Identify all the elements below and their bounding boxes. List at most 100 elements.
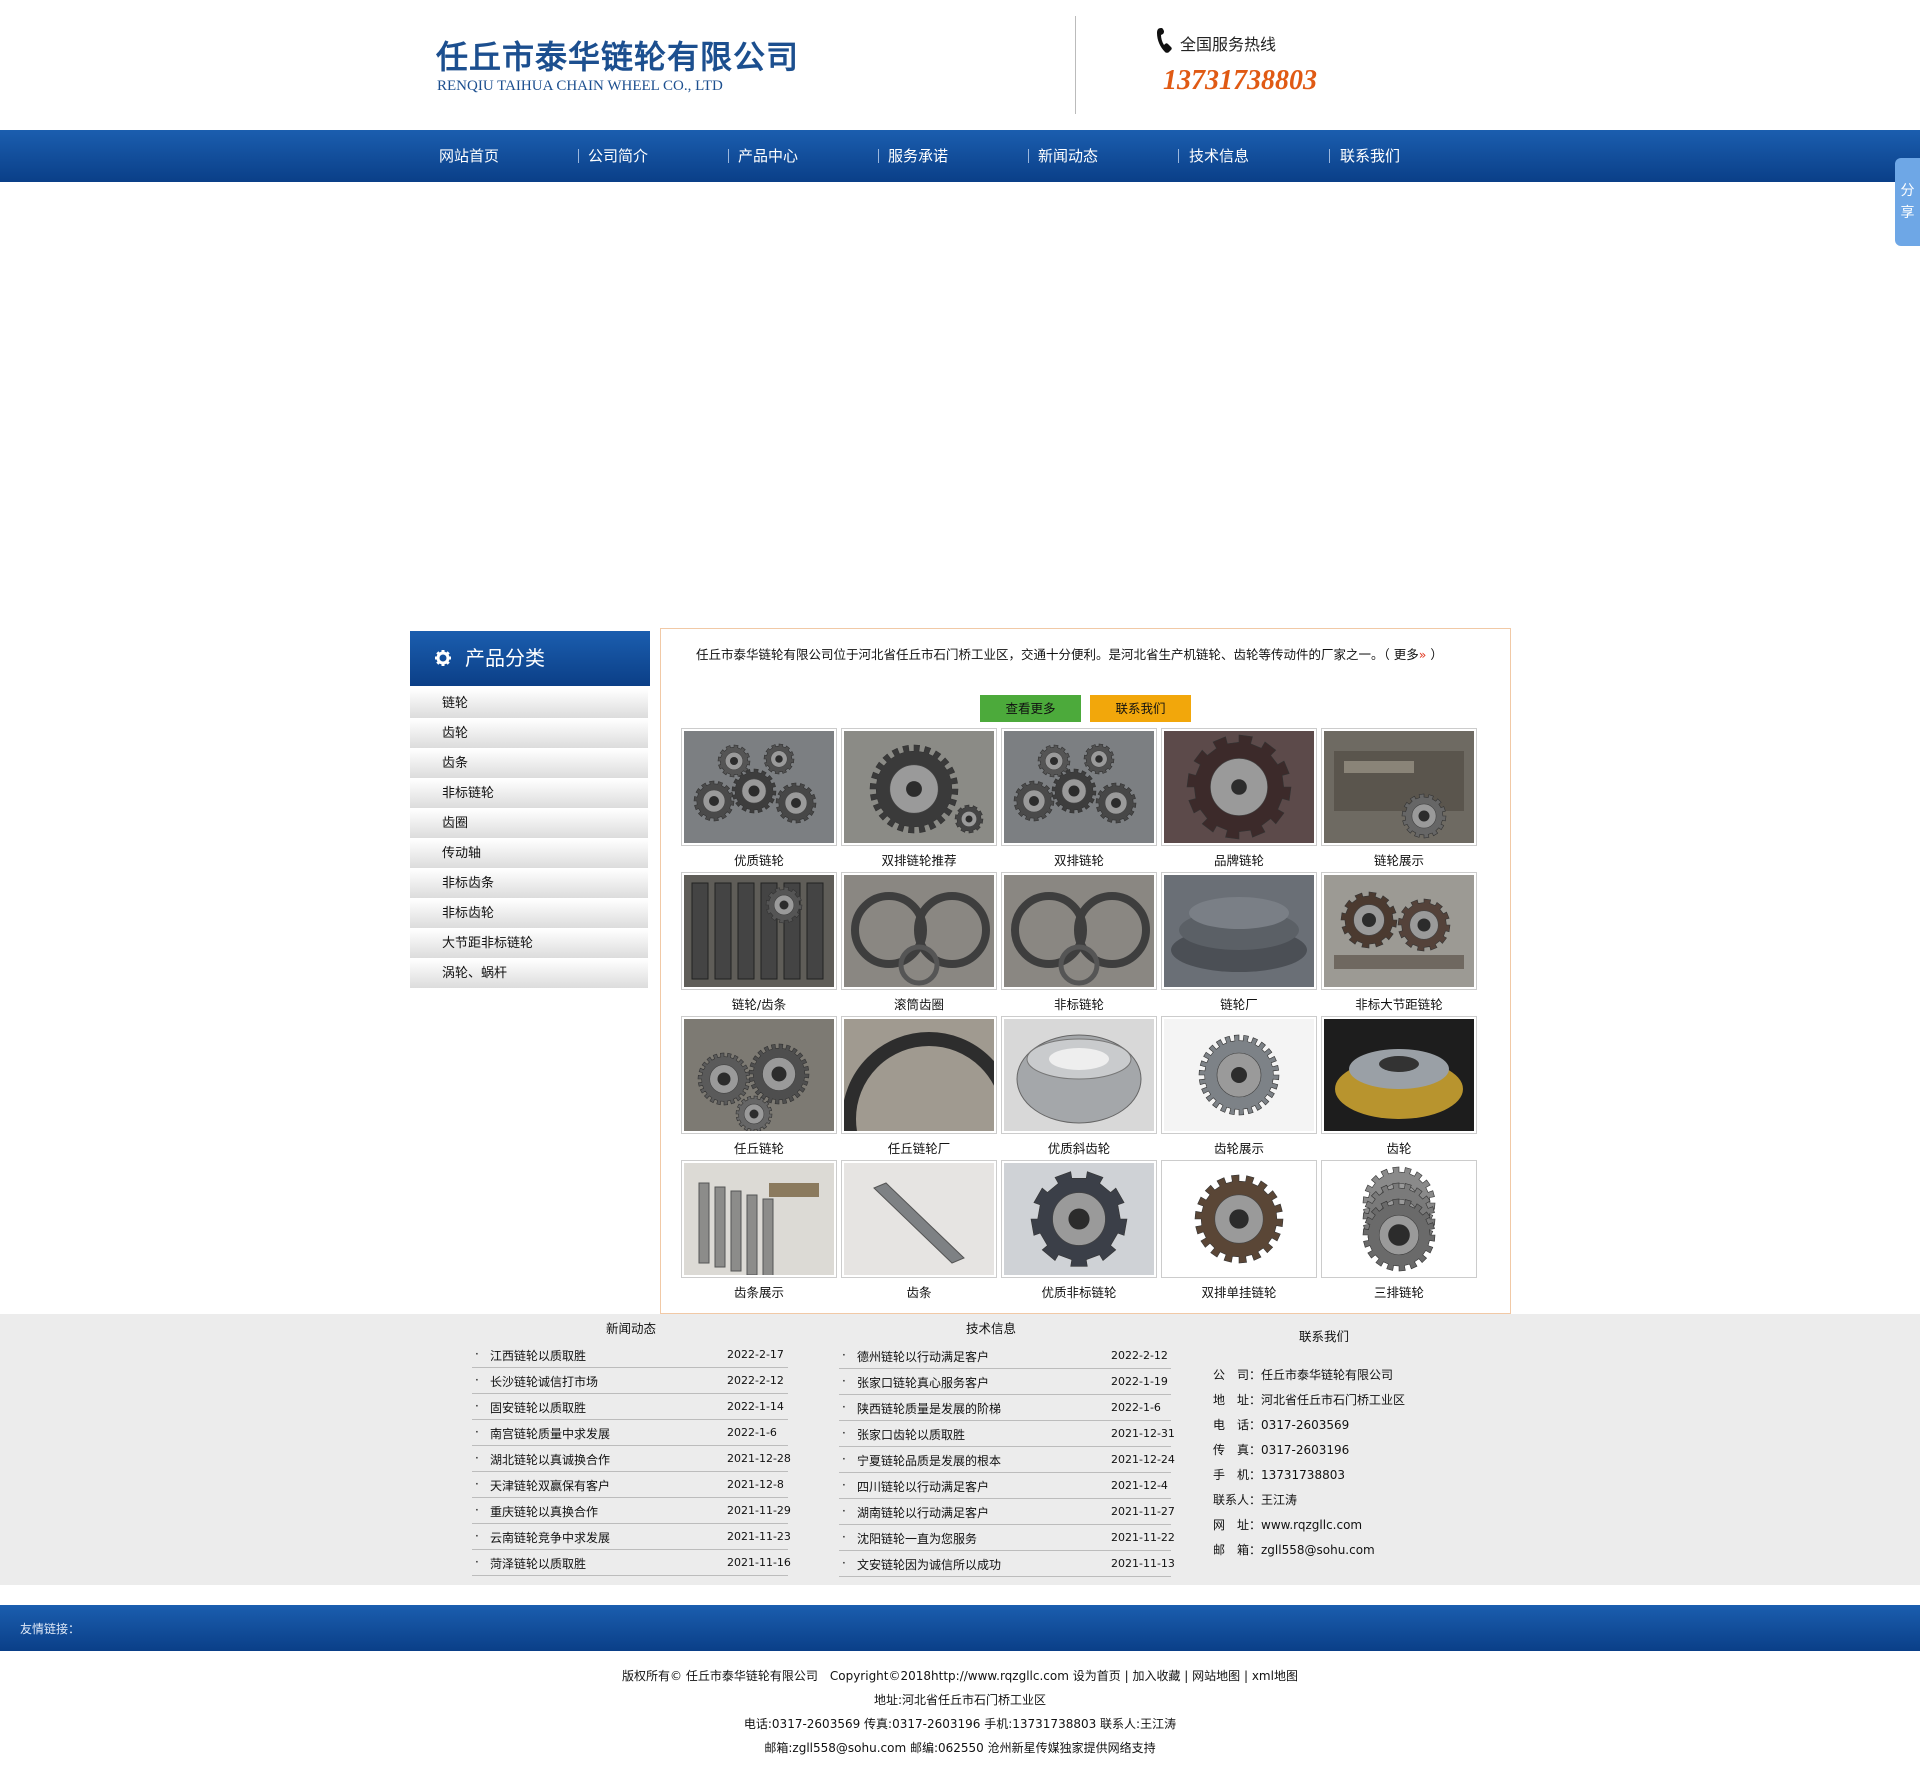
view-more-button[interactable]: 查看更多 <box>980 695 1081 722</box>
product-image[interactable] <box>1001 1160 1157 1278</box>
news-item[interactable]: · 江西链轮以质取胜 2022-2-17 <box>472 1342 788 1368</box>
product-card[interactable]: 优质斜齿轮 <box>1001 1016 1157 1156</box>
product-image[interactable] <box>1001 872 1157 990</box>
sidebar-item[interactable]: 大节距非标链轮 <box>410 929 648 959</box>
product-caption[interactable]: 任丘链轮 <box>681 1138 837 1157</box>
product-card[interactable]: 链轮厂 <box>1161 872 1317 1012</box>
news-item-title[interactable]: 重庆链轮以真换合作 <box>490 1503 598 1520</box>
news-item-title[interactable]: 固安链轮以质取胜 <box>490 1399 586 1416</box>
sidebar-item[interactable]: 非标齿轮 <box>410 899 648 929</box>
product-image[interactable] <box>1001 728 1157 846</box>
product-card[interactable]: 任丘链轮 <box>681 1016 837 1156</box>
product-caption[interactable]: 链轮/齿条 <box>681 994 837 1013</box>
tech-item-title[interactable]: 张家口齿轮以质取胜 <box>857 1426 965 1443</box>
product-image[interactable] <box>1161 872 1317 990</box>
product-image[interactable] <box>1001 1016 1157 1134</box>
product-caption[interactable]: 优质非标链轮 <box>1001 1282 1157 1301</box>
product-caption[interactable]: 非标链轮 <box>1001 994 1157 1013</box>
product-image[interactable] <box>1161 1016 1317 1134</box>
news-item-title[interactable]: 云南链轮竞争中求发展 <box>490 1529 610 1546</box>
product-image[interactable] <box>1161 1160 1317 1278</box>
nav-item-news[interactable]: 新闻动态 <box>1038 130 1098 182</box>
news-item-title[interactable]: 江西链轮以质取胜 <box>490 1347 586 1364</box>
share-button[interactable]: 分 享 <box>1895 158 1920 246</box>
product-image[interactable] <box>681 872 837 990</box>
news-item-title[interactable]: 菏泽链轮以质取胜 <box>490 1555 586 1572</box>
sidebar-item[interactable]: 齿轮 <box>410 719 648 749</box>
nav-item-home[interactable]: 网站首页 <box>439 130 499 182</box>
product-caption[interactable]: 双排单挂链轮 <box>1161 1282 1317 1301</box>
product-image[interactable] <box>841 872 997 990</box>
tech-item-title[interactable]: 陕西链轮质量是发展的阶梯 <box>857 1400 1001 1417</box>
product-caption[interactable]: 齿轮 <box>1321 1138 1477 1157</box>
product-caption[interactable]: 三排链轮 <box>1321 1282 1477 1301</box>
product-card[interactable]: 优质链轮 <box>681 728 837 868</box>
sidebar-item[interactable]: 传动轴 <box>410 839 648 869</box>
add-favorite-link[interactable]: 加入收藏 <box>1132 1669 1180 1683</box>
product-card[interactable]: 齿轮展示 <box>1161 1016 1317 1156</box>
product-card[interactable]: 滚筒齿圈 <box>841 872 997 1012</box>
tech-item[interactable]: · 四川链轮以行动满足客户 2021-12-4 <box>839 1473 1171 1499</box>
xml-map-link[interactable]: xml地图 <box>1252 1669 1298 1683</box>
product-caption[interactable]: 双排链轮 <box>1001 850 1157 869</box>
news-item[interactable]: · 云南链轮竞争中求发展 2021-11-23 <box>472 1524 791 1550</box>
contact-us-button[interactable]: 联系我们 <box>1090 695 1191 722</box>
product-caption[interactable]: 优质链轮 <box>681 850 837 869</box>
product-caption[interactable]: 链轮厂 <box>1161 994 1317 1013</box>
tech-item-title[interactable]: 张家口链轮真心服务客户 <box>857 1374 989 1391</box>
product-card[interactable]: 链轮展示 <box>1321 728 1477 868</box>
news-item[interactable]: · 天津链轮双赢保有客户 2021-12-8 <box>472 1472 788 1498</box>
product-card[interactable]: 链轮/齿条 <box>681 872 837 1012</box>
product-caption[interactable]: 齿条 <box>841 1282 997 1301</box>
news-item-title[interactable]: 天津链轮双赢保有客户 <box>490 1477 610 1494</box>
tech-item-title[interactable]: 湖南链轮以行动满足客户 <box>857 1504 989 1521</box>
nav-item-service[interactable]: 服务承诺 <box>888 130 948 182</box>
sidebar-item[interactable]: 链轮 <box>410 689 648 719</box>
tech-item-title[interactable]: 文安链轮因为诚信所以成功 <box>857 1556 1001 1573</box>
product-card[interactable]: 三排链轮 <box>1321 1160 1477 1300</box>
sidebar-item[interactable]: 齿圈 <box>410 809 648 839</box>
product-image[interactable] <box>1161 728 1317 846</box>
product-caption[interactable]: 齿条展示 <box>681 1282 837 1301</box>
tech-item[interactable]: · 湖南链轮以行动满足客户 2021-11-27 <box>839 1499 1175 1525</box>
tech-item-title[interactable]: 德州链轮以行动满足客户 <box>857 1348 989 1365</box>
company-logo-cn[interactable]: 任丘市泰华链轮有限公司 <box>436 32 799 78</box>
tech-item-title[interactable]: 宁夏链轮品质是发展的根本 <box>857 1452 1001 1469</box>
product-card[interactable]: 双排单挂链轮 <box>1161 1160 1317 1300</box>
product-image[interactable] <box>841 1160 997 1278</box>
product-caption[interactable]: 品牌链轮 <box>1161 850 1317 869</box>
sidebar-item[interactable]: 齿条 <box>410 749 648 779</box>
news-item-title[interactable]: 湖北链轮以真诚换合作 <box>490 1451 610 1468</box>
product-caption[interactable]: 优质斜齿轮 <box>1001 1138 1157 1157</box>
news-item[interactable]: · 湖北链轮以真诚换合作 2021-12-28 <box>472 1446 791 1472</box>
product-card[interactable]: 齿条 <box>841 1160 997 1300</box>
product-card[interactable]: 双排链轮推荐 <box>841 728 997 868</box>
news-item[interactable]: · 南宫链轮质量中求发展 2022-1-6 <box>472 1420 788 1446</box>
tech-item-title[interactable]: 沈阳链轮一直为您服务 <box>857 1530 977 1547</box>
product-caption[interactable]: 滚筒齿圈 <box>841 994 997 1013</box>
product-image[interactable] <box>1321 1160 1477 1278</box>
sidebar-item[interactable]: 非标齿条 <box>410 869 648 899</box>
tech-item[interactable]: · 文安链轮因为诚信所以成功 2021-11-13 <box>839 1551 1175 1577</box>
tech-item[interactable]: · 张家口齿轮以质取胜 2021-12-31 <box>839 1421 1175 1447</box>
tech-item[interactable]: · 陕西链轮质量是发展的阶梯 2022-1-6 <box>839 1395 1171 1421</box>
sidebar-item[interactable]: 非标链轮 <box>410 779 648 809</box>
product-card[interactable]: 非标大节距链轮 <box>1321 872 1477 1012</box>
product-image[interactable] <box>681 1016 837 1134</box>
sidebar-item[interactable]: 涡轮、蜗杆 <box>410 959 648 989</box>
product-image[interactable] <box>841 728 997 846</box>
tech-item[interactable]: · 德州链轮以行动满足客户 2022-2-12 <box>839 1343 1171 1369</box>
product-card[interactable]: 优质非标链轮 <box>1001 1160 1157 1300</box>
news-item[interactable]: · 重庆链轮以真换合作 2021-11-29 <box>472 1498 791 1524</box>
product-caption[interactable]: 齿轮展示 <box>1161 1138 1317 1157</box>
nav-item-tech[interactable]: 技术信息 <box>1189 130 1249 182</box>
product-card[interactable]: 齿条展示 <box>681 1160 837 1300</box>
product-caption[interactable]: 双排链轮推荐 <box>841 850 997 869</box>
product-image[interactable] <box>1321 728 1477 846</box>
product-card[interactable]: 双排链轮 <box>1001 728 1157 868</box>
set-homepage-link[interactable]: 设为首页 <box>1073 1669 1121 1683</box>
product-image[interactable] <box>841 1016 997 1134</box>
news-item-title[interactable]: 长沙链轮诚信打市场 <box>490 1373 598 1390</box>
company-logo-en[interactable]: RENQIU TAIHUA CHAIN WHEEL CO., LTD <box>437 78 723 95</box>
product-caption[interactable]: 链轮展示 <box>1321 850 1477 869</box>
